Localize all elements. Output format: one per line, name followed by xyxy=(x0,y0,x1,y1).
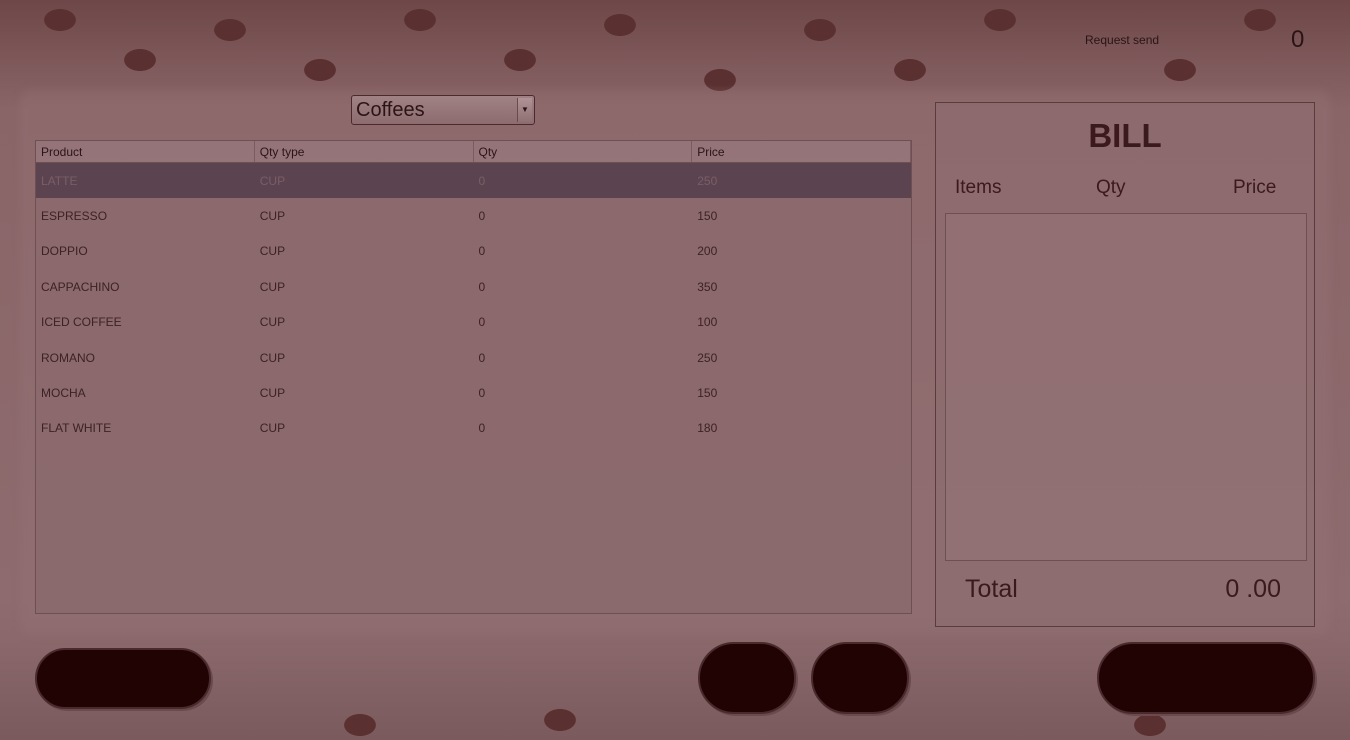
cell-qty: 0 xyxy=(478,244,486,259)
cell-qty: 0 xyxy=(478,350,486,365)
cell-price: 150 xyxy=(697,386,718,401)
column-header-product[interactable]: Product xyxy=(36,141,255,162)
cell-product: CAPPACHINO xyxy=(41,279,120,294)
bill-items-list[interactable] xyxy=(945,213,1307,561)
cell-qty-type: CUP xyxy=(259,173,286,188)
table-row[interactable]: CAPPACHINO CUP 0 350 xyxy=(36,269,911,304)
table-row[interactable]: ICED COFFEE CUP 0 100 xyxy=(36,305,911,340)
cell-price: 150 xyxy=(697,209,718,224)
send-order-button[interactable] xyxy=(1097,642,1315,714)
cell-qty-type: CUP xyxy=(259,209,286,224)
cell-product: ROMANO xyxy=(41,350,95,365)
cell-qty: 0 xyxy=(478,315,486,330)
table-row[interactable]: FLAT WHITE CUP 0 180 xyxy=(36,411,911,446)
cell-qty: 0 xyxy=(478,386,486,401)
cell-qty-type: CUP xyxy=(259,421,286,436)
cell-qty-type: CUP xyxy=(259,244,286,259)
total-value: 0 .00 xyxy=(1225,575,1281,603)
request-count: 0 xyxy=(1291,26,1305,53)
cell-qty-type: CUP xyxy=(259,315,286,330)
cell-price: 200 xyxy=(697,244,718,259)
table-header: Product Qty type Qty Price xyxy=(36,141,911,163)
cell-price: 250 xyxy=(697,350,718,365)
cell-price: 100 xyxy=(697,315,718,330)
bill-panel: BILL Items Qty Price Total 0 .00 xyxy=(935,102,1315,627)
cell-product: MOCHA xyxy=(41,386,86,401)
column-header-price[interactable]: Price xyxy=(692,141,911,162)
bill-column-price: Price xyxy=(1233,177,1277,198)
cell-qty: 0 xyxy=(478,209,486,224)
cell-qty: 0 xyxy=(478,279,486,294)
cell-price: 250 xyxy=(697,173,718,188)
left-action-button[interactable] xyxy=(35,648,211,709)
category-dropdown[interactable]: Coffees ▼ xyxy=(351,95,535,125)
cell-qty-type: CUP xyxy=(259,386,286,401)
dropdown-arrow-icon[interactable]: ▼ xyxy=(517,98,532,122)
cell-product: ICED COFFEE xyxy=(41,315,122,330)
cell-product: FLAT WHITE xyxy=(41,421,112,436)
column-header-qty[interactable]: Qty xyxy=(474,141,693,162)
table-row[interactable]: LATTE CUP 0 250 xyxy=(36,163,911,199)
cell-qty-type: CUP xyxy=(259,279,286,294)
bill-column-items: Items xyxy=(955,177,1002,198)
cell-price: 180 xyxy=(697,421,718,436)
table-row[interactable]: MOCHA CUP 0 150 xyxy=(36,375,911,410)
bill-title: BILL xyxy=(1088,117,1162,154)
cell-qty: 0 xyxy=(478,421,486,436)
request-send-label: Request send xyxy=(1085,33,1160,47)
cell-product: LATTE xyxy=(41,173,78,188)
decrease-qty-button[interactable] xyxy=(698,642,796,714)
total-label: Total xyxy=(965,575,1018,603)
table-body: LATTE CUP 0 250 ESPRESSO CUP 0 150 DOPPIO CUP 0 200… xyxy=(36,163,911,446)
bill-column-qty: Qty xyxy=(1096,177,1126,198)
table-row[interactable]: DOPPIO CUP 0 200 xyxy=(36,234,911,269)
cell-qty: 0 xyxy=(478,173,486,188)
cell-product: ESPRESSO xyxy=(41,209,108,224)
product-table: Product Qty type Qty Price LATTE CUP 0 250 E… xyxy=(35,140,912,614)
cell-price: 350 xyxy=(697,279,718,294)
cell-qty-type: CUP xyxy=(259,350,286,365)
table-row[interactable]: ROMANO CUP 0 250 xyxy=(36,340,911,375)
table-row[interactable]: ESPRESSO CUP 0 150 xyxy=(36,198,911,233)
cell-product: DOPPIO xyxy=(41,244,88,259)
category-selected-value: Coffees xyxy=(356,99,425,121)
increase-qty-button[interactable] xyxy=(811,642,909,714)
column-header-qty-type[interactable]: Qty type xyxy=(255,141,474,162)
